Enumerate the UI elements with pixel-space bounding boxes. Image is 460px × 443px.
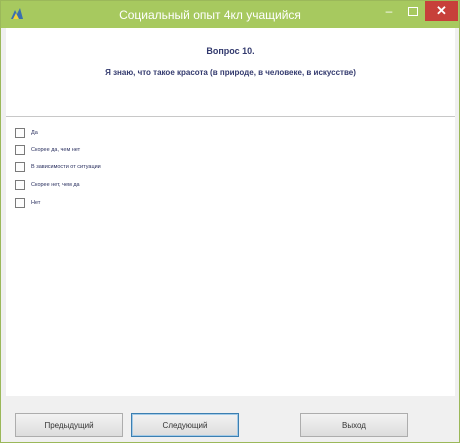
minimize-button[interactable]: – — [377, 1, 401, 21]
answer-option-no[interactable]: Нет — [15, 197, 40, 209]
previous-button[interactable]: Предыдущий — [15, 413, 123, 437]
next-button[interactable]: Следующий — [131, 413, 239, 437]
answer-option-yes[interactable]: Да — [15, 127, 38, 139]
question-panel: Вопрос 10. Я знаю, что такое красота (в … — [6, 28, 455, 117]
answer-label: В зависимости от ситуации — [31, 164, 101, 170]
checkbox[interactable] — [15, 145, 25, 155]
answer-label: Скорее нет, чем да — [31, 182, 80, 188]
window-title: Социальный опыт 4кл учащийся — [119, 8, 301, 22]
answer-label: Нет — [31, 200, 41, 206]
checkbox[interactable] — [15, 162, 25, 172]
question-text: Я знаю, что такое красота (в природе, в … — [105, 68, 356, 77]
minimize-icon: – — [385, 4, 393, 18]
checkbox[interactable] — [15, 180, 25, 190]
answers-panel: Да Скорее да, чем нет В зависимости от с… — [6, 117, 455, 396]
app-icon — [11, 8, 23, 19]
answer-label: Скорее да, чем нет — [31, 147, 81, 153]
buttons-bar: Предыдущий Следующий Выход — [1, 399, 459, 442]
question-number: Вопрос 10. — [206, 46, 255, 56]
checkbox[interactable] — [15, 128, 25, 138]
app-window: Социальный опыт 4кл учащийся – ✕ Вопрос … — [0, 0, 460, 443]
maximize-icon — [408, 6, 418, 16]
title-bar[interactable]: Социальный опыт 4кл учащийся – ✕ — [1, 1, 459, 28]
maximize-button[interactable] — [401, 1, 425, 21]
close-icon: ✕ — [436, 3, 447, 18]
close-button[interactable]: ✕ — [425, 1, 458, 21]
answer-label: Да — [31, 130, 38, 136]
answer-option-depends[interactable]: В зависимости от ситуации — [15, 161, 101, 173]
exit-button[interactable]: Выход — [300, 413, 408, 437]
answer-option-rather-no[interactable]: Скорее нет, чем да — [15, 179, 80, 191]
checkbox[interactable] — [15, 198, 25, 208]
answer-option-rather-yes[interactable]: Скорее да, чем нет — [15, 144, 80, 156]
